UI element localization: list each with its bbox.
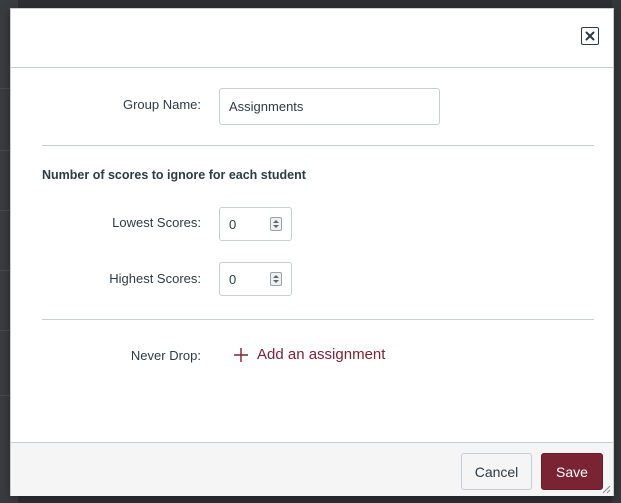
add-assignment-label: Add an assignment [257, 346, 386, 363]
highest-scores-stepper[interactable]: 0 [219, 262, 292, 296]
dialog-titlebar [11, 9, 613, 68]
section-divider [42, 145, 594, 146]
group-name-input[interactable] [219, 88, 440, 125]
arrow-down-icon[interactable] [273, 280, 279, 283]
arrow-up-icon[interactable] [273, 275, 279, 278]
resize-grip-icon[interactable] [601, 484, 611, 494]
assignment-group-dialog: Group Name: Number of scores to ignore f… [10, 8, 614, 496]
arrow-down-icon[interactable] [273, 225, 279, 228]
lowest-scores-stepper[interactable]: 0 [219, 207, 292, 241]
add-assignment-link[interactable]: Add an assignment [233, 346, 385, 363]
dialog-footer: Cancel Save [11, 442, 613, 496]
close-button[interactable] [581, 27, 599, 45]
cancel-button[interactable]: Cancel [461, 453, 532, 490]
drop-rules-heading: Number of scores to ignore for each stud… [42, 168, 306, 182]
spinner-arrows-icon[interactable] [270, 217, 282, 231]
close-icon [585, 31, 595, 41]
arrow-up-icon[interactable] [273, 220, 279, 223]
save-button[interactable]: Save [541, 453, 603, 490]
group-name-label: Group Name: [122, 97, 201, 112]
lowest-scores-value: 0 [229, 217, 237, 232]
lowest-scores-label: Lowest Scores: [112, 215, 201, 230]
highest-scores-value: 0 [229, 272, 237, 287]
never-drop-label: Never Drop: [130, 348, 201, 363]
section-divider [42, 319, 594, 320]
highest-scores-label: Highest Scores: [109, 271, 201, 286]
spinner-arrows-icon[interactable] [270, 272, 282, 286]
plus-icon [233, 347, 249, 363]
